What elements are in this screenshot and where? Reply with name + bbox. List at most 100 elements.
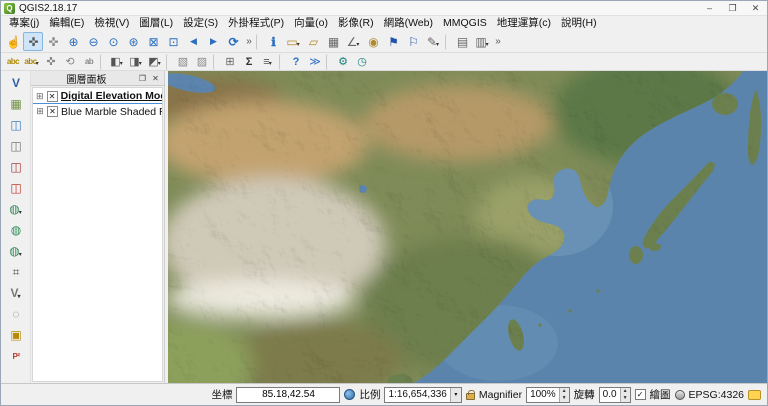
layer-checkbox[interactable]: ✕ xyxy=(46,90,58,102)
separator xyxy=(326,53,331,70)
add-delimited-text-layer[interactable]: ⌗ xyxy=(4,262,28,282)
raster-stretch-histogram[interactable]: ▧ xyxy=(173,54,192,70)
zoom-in-tool[interactable]: ⊕ xyxy=(63,32,83,51)
menu-item[interactable]: 設定(S) xyxy=(178,16,223,31)
minimize-button[interactable]: – xyxy=(698,1,721,15)
touch-zoom-pan-tool[interactable]: ☝ xyxy=(3,32,23,51)
new-spatialite-layer[interactable]: ◌ xyxy=(4,304,28,324)
zoom-next[interactable]: ▶ xyxy=(203,32,223,51)
scale-lock-icon[interactable] xyxy=(465,389,475,400)
raster-local-stretch[interactable]: ▨ xyxy=(192,54,211,70)
menu-item[interactable]: 說明(H) xyxy=(556,16,602,31)
rotation-spinbox[interactable]: 0.0 ▲ ▼ xyxy=(598,386,631,403)
float-panel-button[interactable]: ❐ xyxy=(136,72,149,85)
new-bookmark[interactable]: ⚑ xyxy=(383,32,403,51)
menu-item[interactable]: 影像(R) xyxy=(333,16,379,31)
zoom-out-tool[interactable]: ⊖ xyxy=(83,32,103,51)
magnifier-spinbox[interactable]: 100% ▲ ▼ xyxy=(526,386,570,403)
add-wcs-layer[interactable]: ◍ xyxy=(4,220,28,240)
menu-item[interactable]: 圖層(L) xyxy=(134,16,178,31)
show-labels[interactable]: abc xyxy=(3,54,22,70)
composer-manager[interactable]: ▥ ▾ xyxy=(472,32,492,51)
layer-item-digital-elevation-model[interactable]: ⊞ ✕ Digital Elevation Mode... xyxy=(33,89,162,104)
add-oracle-layer[interactable]: ◫ xyxy=(4,178,28,198)
clipboard-plugin-tool[interactable]: ▣ xyxy=(4,325,28,345)
coordinate-input[interactable] xyxy=(236,386,341,403)
pan-to-selection-tool[interactable]: ✜ xyxy=(43,32,63,51)
toolbar-overflow-1[interactable]: » xyxy=(243,32,254,51)
menu-item[interactable]: 檢視(V) xyxy=(89,16,134,31)
maximize-button[interactable]: ❐ xyxy=(721,1,744,15)
rotate-label[interactable]: ⟲ xyxy=(60,54,79,70)
map-tips[interactable]: ◉ xyxy=(363,32,383,51)
layer-checkbox[interactable]: ✕ xyxy=(46,106,58,117)
layer-styling[interactable]: ◩ ▾ xyxy=(145,54,164,70)
menu-item[interactable]: 編輯(E) xyxy=(44,16,89,31)
processing-toolbox[interactable]: ⚙ xyxy=(333,54,352,70)
menu-item[interactable]: 網路(Web) xyxy=(379,16,438,31)
layer-item-blue-marble[interactable]: ⊞ ✕ Blue Marble Shaded R... xyxy=(33,104,162,119)
expander-icon[interactable]: ⊞ xyxy=(36,91,44,102)
toolbar-overflow-2[interactable]: » xyxy=(492,32,503,51)
message-log-icon[interactable] xyxy=(748,389,761,400)
deselect-features[interactable]: ▱ xyxy=(303,32,323,51)
python-console[interactable]: ≫ xyxy=(305,54,324,70)
add-raster-layer[interactable]: ▦ xyxy=(4,94,28,114)
text-annotation[interactable]: ✎ ▾ xyxy=(423,32,443,51)
new-shapefile-layer[interactable]: V ▾ xyxy=(4,283,28,303)
menu-item[interactable]: 專案(j) xyxy=(4,16,44,31)
add-mssql-layer[interactable]: ◫ xyxy=(4,157,28,177)
zoom-full-extent[interactable]: ⊛ xyxy=(123,32,143,51)
menu-item[interactable]: 向量(o) xyxy=(289,16,333,31)
pan-map-tool[interactable]: ✜ xyxy=(23,32,43,51)
add-postgis-layer[interactable]: ◫ xyxy=(4,115,28,135)
move-label[interactable]: ✜ xyxy=(41,54,60,70)
new-print-composer[interactable]: ▤ xyxy=(452,32,472,51)
menu-item[interactable]: MMQGIS xyxy=(438,16,492,31)
zoom-to-selection[interactable]: ⊠ xyxy=(143,32,163,51)
combo-arrow-icon[interactable]: ▾ xyxy=(449,387,461,402)
crs-status-icon[interactable] xyxy=(674,389,685,400)
identify-features[interactable]: ℹ xyxy=(263,32,283,51)
p2-plugin-tool[interactable]: P² xyxy=(4,346,28,366)
refresh-map[interactable]: ⟳ xyxy=(223,32,243,51)
zoom-last[interactable]: ◀ xyxy=(183,32,203,51)
spin-up-icon[interactable]: ▲ xyxy=(559,387,569,395)
processing-history[interactable]: ◷ xyxy=(352,54,371,70)
statistical-summary[interactable]: Σ xyxy=(239,54,258,70)
labeling-options[interactable]: abc ▾ xyxy=(22,54,41,70)
add-vector-layer[interactable]: V xyxy=(4,73,28,93)
measure-tool[interactable]: ∠ ▾ xyxy=(343,32,363,51)
change-label-properties[interactable]: ab xyxy=(79,54,98,70)
render-checkbox[interactable]: ✓ xyxy=(634,389,646,400)
zoom-to-layer[interactable]: ⊡ xyxy=(163,32,183,51)
layout-menu[interactable]: ≡ ▾ xyxy=(258,54,277,70)
paste-style[interactable]: ◨ ▾ xyxy=(126,54,145,70)
whats-this-help[interactable]: ? xyxy=(286,54,305,70)
manage-layers-toolbar: V ▦ ◫ ◫ ◫ ◫ ◍ ▾ ◍ ◍ ▾ ⌗ V ▾ ◌ ▣ P² xyxy=(1,71,31,383)
epsg-code[interactable]: EPSG:4326 xyxy=(689,389,744,401)
add-spatialite-layer[interactable]: ◫ xyxy=(4,136,28,156)
toolbar-row-1: ☝ ✜ ✜ ⊕ ⊖ ⊙ ⊛ ⊠ ⊡ ◀ ▶ ⟳ » ℹ ▭ ▾ ▱ ▦ ∠ ▾ … xyxy=(1,31,767,53)
field-calculator[interactable]: ⊞ xyxy=(220,54,239,70)
layers-panel-title: 圖層面板 xyxy=(66,74,107,86)
expander-icon[interactable]: ⊞ xyxy=(36,106,44,117)
close-button[interactable]: ✕ xyxy=(744,1,767,15)
close-panel-button[interactable]: ✕ xyxy=(149,72,162,85)
open-attribute-table[interactable]: ▦ xyxy=(323,32,343,51)
spin-down-icon[interactable]: ▼ xyxy=(559,394,569,402)
select-features[interactable]: ▭ ▾ xyxy=(283,32,303,51)
himalaya-region xyxy=(168,279,355,319)
menu-item[interactable]: 地理運算(c) xyxy=(492,16,556,31)
menu-item[interactable]: 外掛程式(P) xyxy=(223,16,289,31)
zoom-native-resolution[interactable]: ⊙ xyxy=(103,32,123,51)
add-wfs-layer[interactable]: ◍ ▾ xyxy=(4,241,28,261)
map-canvas[interactable] xyxy=(168,71,767,383)
scale-combo[interactable]: 1:16,654,336 ▾ xyxy=(384,386,462,403)
copy-style[interactable]: ◧ ▾ xyxy=(107,54,126,70)
show-bookmarks[interactable]: ⚐ xyxy=(403,32,423,51)
spin-up-icon[interactable]: ▲ xyxy=(620,387,630,395)
rotation-value: 0.0 xyxy=(602,389,617,400)
spin-down-icon[interactable]: ▼ xyxy=(620,394,630,402)
add-wms-layer[interactable]: ◍ ▾ xyxy=(4,199,28,219)
